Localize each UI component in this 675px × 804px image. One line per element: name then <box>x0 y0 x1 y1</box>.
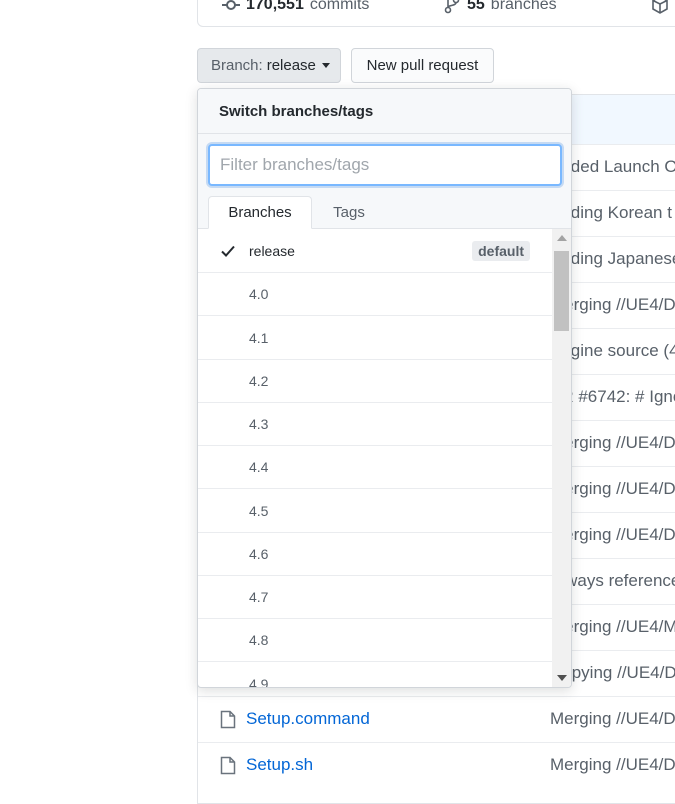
branch-name: 4.8 <box>249 632 269 648</box>
branch-name: 4.1 <box>249 330 269 346</box>
check-icon <box>221 245 235 257</box>
commits-label: commits <box>309 0 370 13</box>
branch-name: 4.9 <box>249 676 269 688</box>
branch-value: release <box>266 57 316 74</box>
file-icon <box>220 710 236 729</box>
commits-count: 170,551 <box>246 0 304 13</box>
file-name-link[interactable]: Setup.sh <box>246 755 313 775</box>
commit-icon <box>222 0 240 10</box>
list-item[interactable]: 4.2 <box>198 359 552 403</box>
list-item[interactable]: release default <box>198 229 552 273</box>
commits-stat[interactable]: 170,551 commits <box>222 0 369 14</box>
packages-stat[interactable] <box>651 0 669 14</box>
branches-count: 55 <box>467 0 485 13</box>
file-icon <box>220 756 236 775</box>
branch-name: release <box>249 243 295 259</box>
tab-branches[interactable]: Branches <box>208 196 312 229</box>
branch-list-scrollbar[interactable] <box>552 229 571 687</box>
scroll-down-arrow-icon[interactable] <box>557 675 567 681</box>
branch-name: 4.2 <box>249 373 269 389</box>
table-row[interactable]: Setup.command Merging //UE4/D <box>198 696 675 742</box>
commit-message[interactable]: Merging //UE4/D <box>550 755 675 775</box>
list-item[interactable]: 4.5 <box>198 489 552 533</box>
caret-down-icon <box>321 63 330 68</box>
branch-name: 4.6 <box>249 546 269 562</box>
dropdown-title: Switch branches/tags <box>198 89 571 134</box>
branch-name: 4.4 <box>249 459 269 475</box>
filter-branches-input[interactable] <box>208 144 562 186</box>
file-name-link[interactable]: Setup.command <box>246 709 370 729</box>
branch-prefix: Branch: <box>211 57 263 74</box>
repo-stats-bar: 170,551 commits 55 branches <box>197 0 675 27</box>
scroll-up-arrow-icon[interactable] <box>557 235 567 241</box>
branches-label: branches <box>490 0 557 13</box>
list-item[interactable]: 4.3 <box>198 402 552 446</box>
branch-name: 4.5 <box>249 503 269 519</box>
branch-switcher-dropdown: Switch branches/tags Branches Tags relea… <box>197 88 572 688</box>
tab-tags[interactable]: Tags <box>314 196 384 229</box>
branch-select-button[interactable]: Branch: release <box>197 48 341 83</box>
list-item[interactable]: 4.1 <box>198 316 552 360</box>
scrollbar-thumb[interactable] <box>554 251 569 331</box>
list-item[interactable]: 4.6 <box>198 532 552 576</box>
list-item[interactable]: 4.9 <box>198 662 552 688</box>
new-pull-request-button[interactable]: New pull request <box>351 48 494 83</box>
branch-icon <box>444 0 460 14</box>
list-item[interactable]: 4.8 <box>198 618 552 662</box>
table-row[interactable]: Setup.sh Merging //UE4/D <box>198 742 675 788</box>
branch-list: release default 4.0 4.1 4.2 4.3 4.4 4.5 … <box>198 229 552 688</box>
branch-name: 4.7 <box>249 589 269 605</box>
package-icon <box>652 0 668 14</box>
branches-stat[interactable]: 55 branches <box>443 0 557 14</box>
commit-message[interactable]: Merging //UE4/D <box>550 709 675 729</box>
list-item[interactable]: 4.4 <box>198 445 552 489</box>
list-item[interactable]: 4.7 <box>198 575 552 619</box>
branch-name: 4.3 <box>249 416 269 432</box>
branch-name: 4.0 <box>249 286 269 302</box>
default-badge: default <box>472 241 530 261</box>
list-item[interactable]: 4.0 <box>198 272 552 316</box>
